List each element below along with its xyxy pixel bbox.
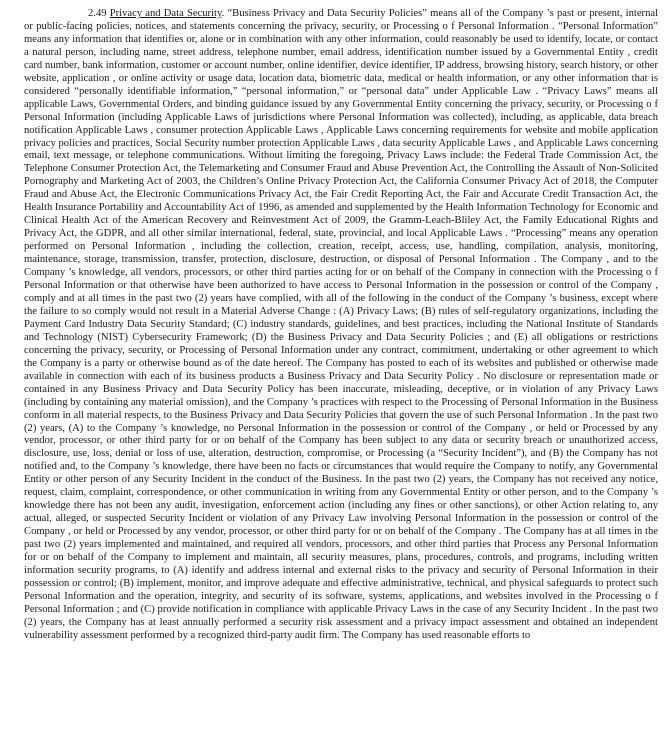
section-paragraph: 2.49 Privacy and Data Security. “Busines… bbox=[24, 8, 659, 641]
section-number: 2.49 bbox=[88, 8, 107, 19]
section-title: Privacy and Data Security bbox=[109, 8, 222, 19]
document-page: 2.49 Privacy and Data Security. “Busines… bbox=[0, 0, 672, 750]
section-body: “Business Privacy and Data Security Poli… bbox=[24, 8, 659, 641]
